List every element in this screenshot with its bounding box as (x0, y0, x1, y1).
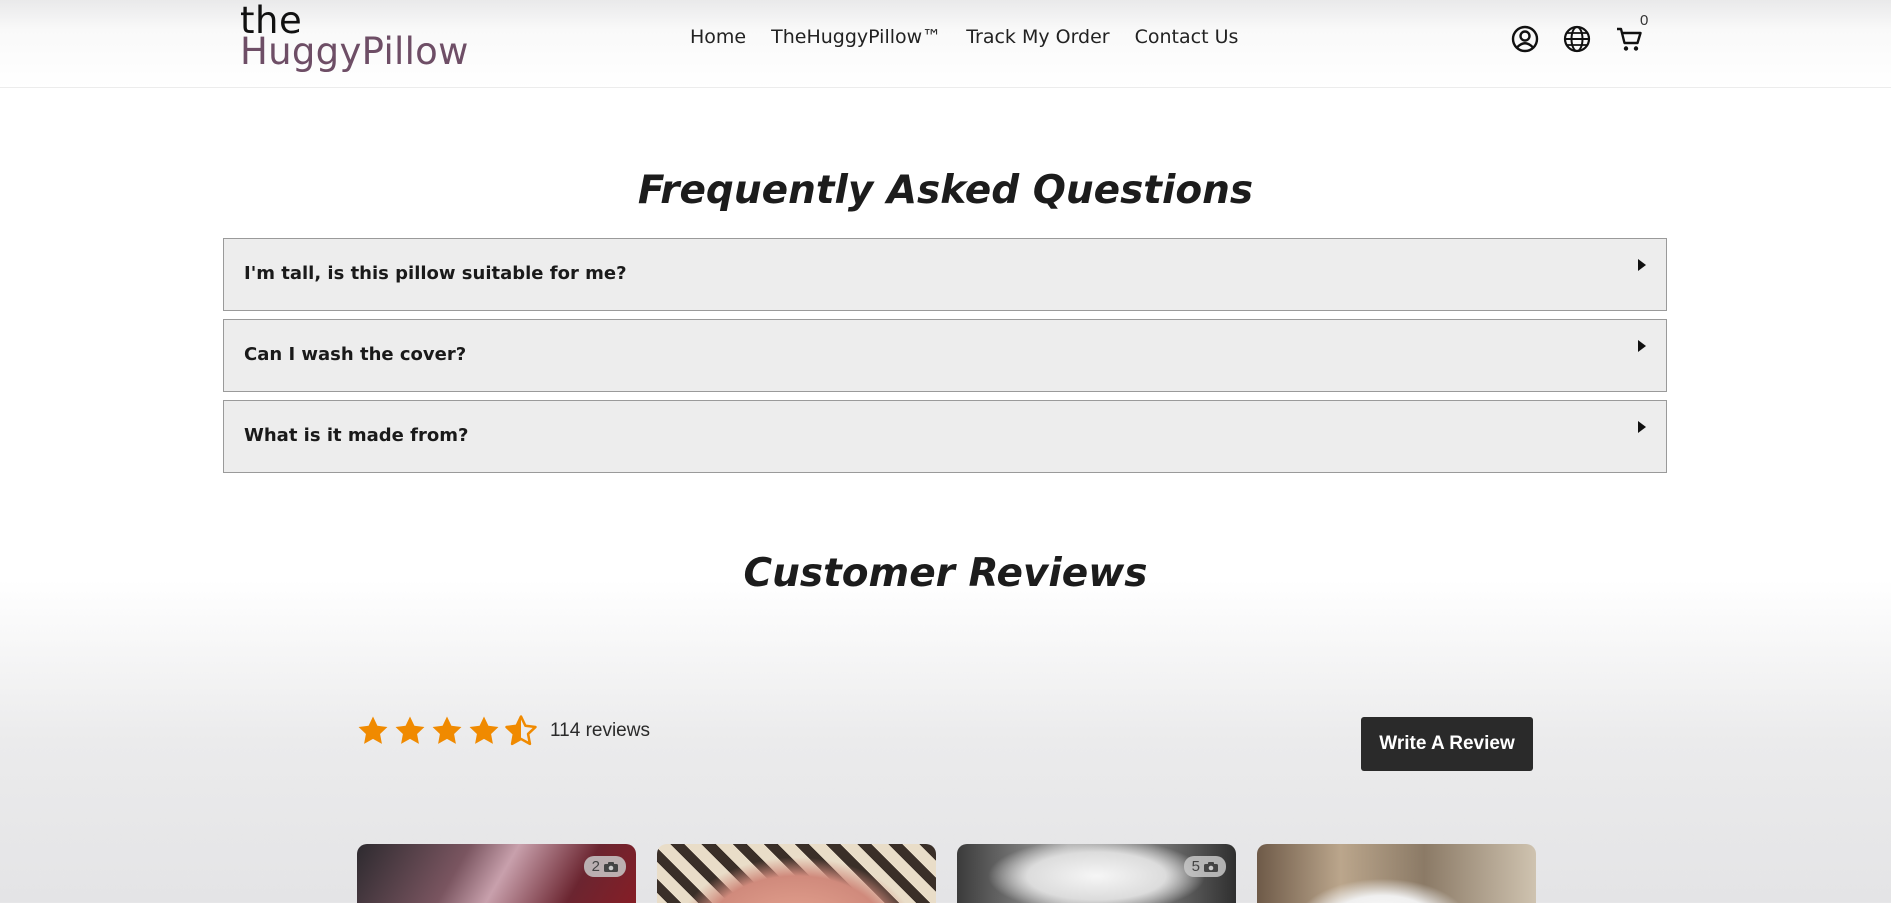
photo-count: 5 (1191, 858, 1200, 875)
cart-count-badge: 0 (1640, 12, 1649, 29)
account-icon[interactable] (1510, 24, 1540, 54)
faq-question: What is it made from? (244, 425, 469, 446)
faq-question: Can I wash the cover? (244, 344, 467, 365)
review-photos: 2 5 (357, 844, 1536, 903)
star-full-icon (432, 716, 462, 744)
review-photo-1[interactable]: 2 (357, 844, 636, 903)
nav-contact-us[interactable]: Contact Us (1135, 26, 1239, 48)
faq-heading: Frequently Asked Questions (637, 168, 1254, 213)
photo-count-badge: 2 (583, 856, 626, 877)
review-photo-4[interactable] (1257, 844, 1536, 903)
globe-icon[interactable] (1562, 24, 1592, 54)
site-logo[interactable]: the HuggyPillow (240, 2, 469, 70)
write-review-button[interactable]: Write A Review (1361, 717, 1533, 771)
caret-right-icon (1638, 340, 1646, 352)
reviews-heading: Customer Reviews (743, 551, 1148, 596)
photo-count-badge: 5 (1183, 856, 1226, 877)
review-photo-2[interactable] (657, 844, 936, 903)
star-half-icon (505, 715, 537, 746)
faq-question: I'm tall, is this pillow suitable for me… (244, 263, 627, 284)
faq-item-tall[interactable]: I'm tall, is this pillow suitable for me… (223, 238, 1667, 311)
camera-icon (1204, 861, 1218, 872)
caret-right-icon (1638, 421, 1646, 433)
faq-list: I'm tall, is this pillow suitable for me… (223, 238, 1667, 481)
caret-right-icon (1638, 259, 1646, 271)
star-full-icon (395, 716, 425, 744)
faq-item-wash[interactable]: Can I wash the cover? (223, 319, 1667, 392)
photo-count: 2 (591, 858, 600, 875)
header-icons (1510, 24, 1644, 54)
review-photo-3[interactable]: 5 (957, 844, 1236, 903)
nav-home[interactable]: Home (690, 26, 746, 48)
nav-track-order[interactable]: Track My Order (966, 26, 1109, 48)
nav-thehuggypillow[interactable]: TheHuggyPillow™ (771, 26, 941, 48)
main-nav: Home TheHuggyPillow™ Track My Order Cont… (690, 26, 1238, 48)
site-header: the HuggyPillow Home TheHuggyPillow™ Tra… (0, 0, 1891, 88)
faq-item-material[interactable]: What is it made from? (223, 400, 1667, 473)
review-count: 114 reviews (550, 720, 650, 741)
rating-summary: 114 reviews (356, 714, 650, 748)
star-rating (356, 714, 538, 748)
camera-icon (604, 861, 618, 872)
star-full-icon (469, 716, 499, 744)
star-full-icon (358, 716, 388, 744)
logo-text-brand: HuggyPillow (240, 30, 469, 73)
